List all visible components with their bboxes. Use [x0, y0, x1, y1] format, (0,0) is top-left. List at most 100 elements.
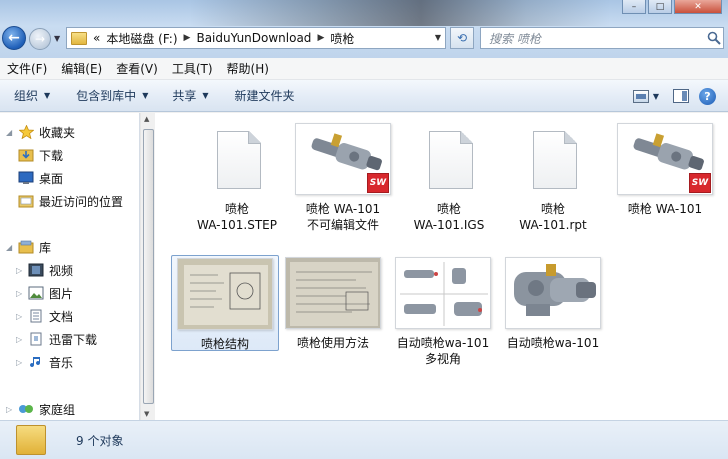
organize-button[interactable]: 组织 ▼: [14, 87, 50, 104]
collapse-icon[interactable]: ◢: [6, 128, 16, 137]
include-library-label: 包含到库中: [76, 89, 137, 103]
menu-view[interactable]: 查看(V): [109, 60, 165, 77]
nav-scrollbar[interactable]: ▲ ▼: [140, 113, 155, 420]
address-overflow[interactable]: «: [93, 31, 100, 45]
command-bar: 组织 ▼ 包含到库中 ▼ 共享 ▼ 新建文件夹 ▼ ?: [0, 80, 728, 112]
file-item[interactable]: SW 喷枪 WA-101: [611, 123, 719, 217]
nav-music-label: 音乐: [49, 355, 74, 370]
expand-icon[interactable]: ▷: [16, 358, 26, 367]
scroll-down-icon[interactable]: ▼: [144, 410, 149, 418]
share-label: 共享: [172, 89, 197, 103]
nav-thunder-label: 迅雷下载: [49, 332, 98, 347]
chevron-right-icon[interactable]: ▶: [184, 33, 191, 43]
scrollbar-thumb[interactable]: [143, 129, 154, 404]
new-folder-label: 新建文件夹: [234, 89, 295, 103]
nav-homegroup[interactable]: ▷ 家庭组: [0, 399, 75, 419]
search-input[interactable]: 搜索 喷枪: [480, 27, 724, 49]
nav-desktop[interactable]: 桌面: [16, 168, 63, 188]
include-library-button[interactable]: 包含到库中 ▼: [76, 87, 148, 104]
collapse-icon[interactable]: ◢: [6, 243, 16, 252]
blank-document-icon: [533, 131, 577, 189]
nav-documents[interactable]: ▷ 文档: [10, 306, 73, 326]
file-name: 喷枪 WA-101.rpt: [519, 202, 587, 232]
forward-button[interactable]: →: [29, 28, 51, 50]
expand-icon[interactable]: ▷: [6, 405, 16, 414]
close-button[interactable]: ✕: [674, 0, 722, 14]
folder-icon: [16, 425, 46, 455]
maximize-button[interactable]: □: [648, 0, 672, 14]
nav-pictures[interactable]: ▷ 图片: [10, 283, 73, 303]
blank-document-icon: [217, 131, 261, 189]
nav-downloads[interactable]: 下载: [16, 145, 63, 165]
star-icon: [18, 125, 34, 139]
chevron-down-icon: ▼: [44, 91, 51, 100]
arrow-left-icon: ←: [8, 30, 20, 46]
file-item[interactable]: 喷枪 WA-101.rpt: [499, 123, 607, 233]
file-item[interactable]: 喷枪使用方法: [279, 257, 387, 351]
menu-tools[interactable]: 工具(T): [165, 60, 220, 77]
nav-favorites[interactable]: ◢ 收藏夹: [0, 122, 75, 142]
file-item-selected[interactable]: 喷枪结构: [171, 255, 279, 351]
nav-thunder[interactable]: ▷ 迅雷下载: [10, 329, 97, 349]
nav-homegroup-label: 家庭组: [39, 402, 76, 417]
expand-icon[interactable]: ▷: [16, 266, 26, 275]
address-segment-drive[interactable]: 本地磁盘 (F:): [106, 30, 177, 47]
refresh-button[interactable]: ⟲: [450, 27, 474, 49]
chevron-right-icon[interactable]: ▶: [317, 33, 324, 43]
details-pane: 9 个对象: [0, 420, 728, 459]
file-item[interactable]: 喷枪 WA-101.IGS: [395, 123, 503, 233]
title-bar: – □ ✕ ← → ▼ « 本地磁盘 (F:) ▶ BaiduYunDownlo…: [0, 0, 728, 58]
file-name: 喷枪 WA-101.IGS: [413, 202, 485, 232]
download-folder-icon: [18, 148, 34, 162]
menu-edit[interactable]: 编辑(E): [54, 60, 109, 77]
expand-icon[interactable]: ▷: [16, 312, 26, 321]
file-name: 喷枪 WA-101.STEP: [197, 202, 277, 232]
file-name: 自动喷枪wa-101: [506, 336, 600, 350]
search-icon[interactable]: [705, 29, 723, 47]
file-item[interactable]: 自动喷枪wa-101 多视角: [389, 257, 497, 367]
menu-help[interactable]: 帮助(H): [220, 60, 276, 77]
address-segment-current[interactable]: 喷枪: [330, 30, 354, 47]
scroll-up-icon[interactable]: ▲: [144, 115, 149, 123]
address-segment-baidu[interactable]: BaiduYunDownload: [196, 31, 311, 45]
nav-videos-label: 视频: [49, 263, 74, 278]
nav-favorites-label: 收藏夹: [39, 125, 76, 140]
expand-icon[interactable]: ▷: [16, 335, 26, 344]
share-button[interactable]: 共享 ▼: [172, 87, 208, 104]
chevron-down-icon[interactable]: ▼: [653, 92, 659, 101]
solidworks-icon: SW: [689, 173, 711, 193]
structure-photo-thumbnail: [177, 258, 273, 330]
help-icon[interactable]: ?: [699, 87, 716, 105]
nav-desktop-label: 桌面: [39, 171, 64, 186]
chevron-down-icon[interactable]: ▼: [435, 33, 441, 42]
preview-pane-icon[interactable]: [673, 89, 689, 103]
chevron-down-icon: ▼: [202, 91, 209, 100]
nav-music[interactable]: ▷ 音乐: [10, 352, 73, 372]
arrow-right-icon: →: [34, 32, 46, 46]
new-folder-button[interactable]: 新建文件夹: [235, 87, 295, 104]
file-name: 自动喷枪wa-101 多视角: [396, 336, 490, 366]
desktop-icon: [18, 171, 34, 185]
aero-background: [190, 0, 610, 26]
minimize-button[interactable]: –: [622, 0, 646, 14]
expand-icon[interactable]: ▷: [16, 289, 26, 298]
document-icon: [28, 309, 44, 323]
file-item[interactable]: SW 喷枪 WA-101 不可编辑文件: [289, 123, 397, 233]
nav-recent-label: 最近访问的位置: [39, 194, 124, 209]
file-item[interactable]: 自动喷枪wa-101: [499, 257, 607, 351]
usage-photo-thumbnail: [285, 257, 381, 329]
menu-file[interactable]: 文件(F): [0, 60, 54, 77]
recent-pages-dropdown[interactable]: ▼: [54, 34, 60, 43]
nav-libraries[interactable]: ◢ 库: [0, 237, 51, 257]
nav-recent[interactable]: 最近访问的位置: [16, 191, 123, 211]
music-icon: [28, 355, 44, 369]
address-bar[interactable]: « 本地磁盘 (F:) ▶ BaiduYunDownload ▶ 喷枪 ▼: [66, 27, 446, 49]
change-view-icon[interactable]: [632, 89, 649, 103]
file-name: 喷枪使用方法: [296, 336, 369, 350]
nav-videos[interactable]: ▷ 视频: [10, 260, 73, 280]
back-button[interactable]: ←: [2, 26, 26, 50]
picture-icon: [28, 286, 44, 300]
file-item[interactable]: 喷枪 WA-101.STEP: [183, 123, 291, 233]
organize-label: 组织: [14, 89, 39, 103]
nav-downloads-label: 下载: [39, 148, 64, 163]
